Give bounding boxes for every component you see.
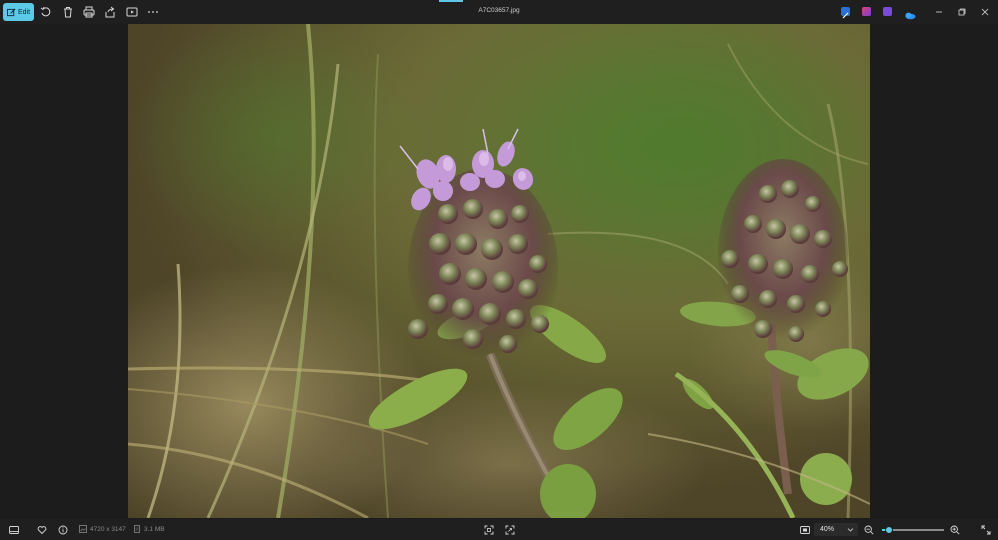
info-icon (58, 525, 67, 534)
favorite-button[interactable] (35, 523, 48, 536)
heart-icon (37, 525, 46, 534)
title-accent-bar (439, 0, 463, 2)
zoom-level-value: 40% (820, 526, 835, 533)
filmstrip-icon (8, 525, 19, 534)
photo[interactable] (128, 24, 870, 518)
restore-icon (958, 8, 966, 16)
zoom-in-icon (950, 525, 960, 535)
file-size: 3.1 MB (144, 526, 165, 533)
file-info-button[interactable] (56, 523, 69, 536)
zoom-in-button[interactable] (948, 523, 961, 536)
fullscreen-button[interactable] (979, 523, 992, 536)
zoom-slider[interactable] (882, 526, 944, 534)
restore-button[interactable] (955, 5, 969, 19)
zoom-level-dropdown[interactable]: 40% (814, 523, 858, 536)
minimize-icon (936, 11, 942, 13)
zoom-slider-thumb[interactable] (885, 526, 894, 534)
fit-icon (484, 525, 493, 534)
actual-size-button[interactable] (503, 523, 516, 536)
zoom-out-icon (864, 525, 874, 535)
clipchamp-icon[interactable] (862, 7, 871, 16)
designer-icon[interactable] (841, 7, 850, 19)
fit-to-window-button[interactable] (482, 523, 495, 536)
image-dimensions-icon (79, 525, 87, 533)
compare-view-button[interactable] (798, 523, 811, 536)
close-button[interactable] (978, 5, 992, 19)
fullscreen-icon (981, 525, 990, 534)
image-viewer-canvas[interactable] (0, 24, 998, 519)
filmstrip-toggle-button[interactable] (7, 523, 20, 536)
minimize-button[interactable] (932, 5, 946, 19)
picture-view-icon (799, 525, 810, 534)
bottom-status-bar: 4720 x 3147 3.1 MB 40% (0, 519, 998, 540)
clipchamp-purple-icon[interactable] (883, 7, 892, 16)
image-dimensions: 4720 x 3147 (90, 526, 126, 533)
actual-size-icon (505, 525, 514, 534)
onedrive-icon[interactable] (904, 7, 916, 20)
chevron-down-icon (847, 528, 854, 532)
top-toolbar: Edit A7C03657.jpg (0, 0, 998, 24)
zoom-out-button[interactable] (862, 523, 875, 536)
file-size-icon (134, 525, 140, 533)
close-icon (981, 8, 989, 16)
